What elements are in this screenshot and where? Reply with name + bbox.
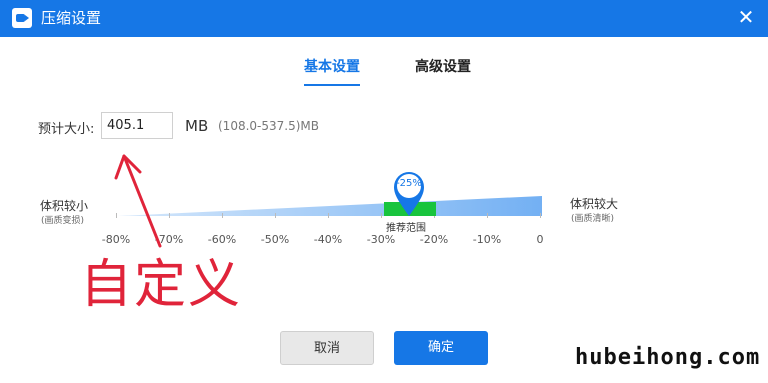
tab-basic-settings[interactable]: 基本设置 [304, 58, 360, 76]
axis-tick-label: 0 [536, 233, 544, 246]
estimated-size-label: 预计大小: [38, 122, 95, 137]
smaller-size-label: 体积较小 [40, 199, 89, 213]
axis-tick-label: -40% [313, 233, 343, 246]
camera-icon [12, 8, 32, 28]
recommended-range-label: 推荐范围 [386, 223, 426, 234]
map-pin-icon [394, 172, 424, 216]
ok-button[interactable]: 确定 [394, 331, 488, 365]
axis-tick [540, 213, 541, 218]
cancel-button[interactable]: 取消 [280, 331, 374, 365]
axis-tick [275, 213, 276, 218]
axis-tick-label: -30% [366, 233, 396, 246]
slider-handle-value: -25% [396, 178, 422, 189]
size-unit: MB [185, 117, 209, 135]
annotation-text: 自定义 [80, 255, 243, 315]
axis-tick-label: -60% [207, 233, 237, 246]
axis-tick [487, 213, 488, 218]
larger-size-label: 体积较大 [570, 197, 619, 211]
title-bar: 压缩设置 ✕ [0, 0, 768, 37]
compression-slider[interactable] [118, 196, 542, 218]
active-tab-indicator [304, 84, 360, 86]
axis-tick [381, 213, 382, 218]
window-title: 压缩设置 [41, 9, 102, 27]
size-range-note: (108.0-537.5)MB [218, 119, 319, 133]
slider-track [118, 196, 542, 216]
tab-advanced-settings[interactable]: 高级设置 [415, 58, 471, 76]
slider-handle[interactable]: -25% [391, 168, 427, 218]
axis-tick-label: -20% [419, 233, 449, 246]
estimated-size-input[interactable]: 405.1 [101, 112, 173, 139]
axis-tick [328, 213, 329, 218]
axis-tick-label: -50% [260, 233, 290, 246]
close-icon[interactable]: ✕ [736, 7, 756, 27]
annotation-arrow [114, 154, 162, 248]
watermark: hubeihong.com [575, 345, 761, 370]
axis-tick [222, 213, 223, 218]
larger-size-sublabel: (画质清晰) [571, 214, 615, 224]
axis-tick-label: -10% [472, 233, 502, 246]
smaller-size-sublabel: (画质变损) [41, 216, 85, 226]
